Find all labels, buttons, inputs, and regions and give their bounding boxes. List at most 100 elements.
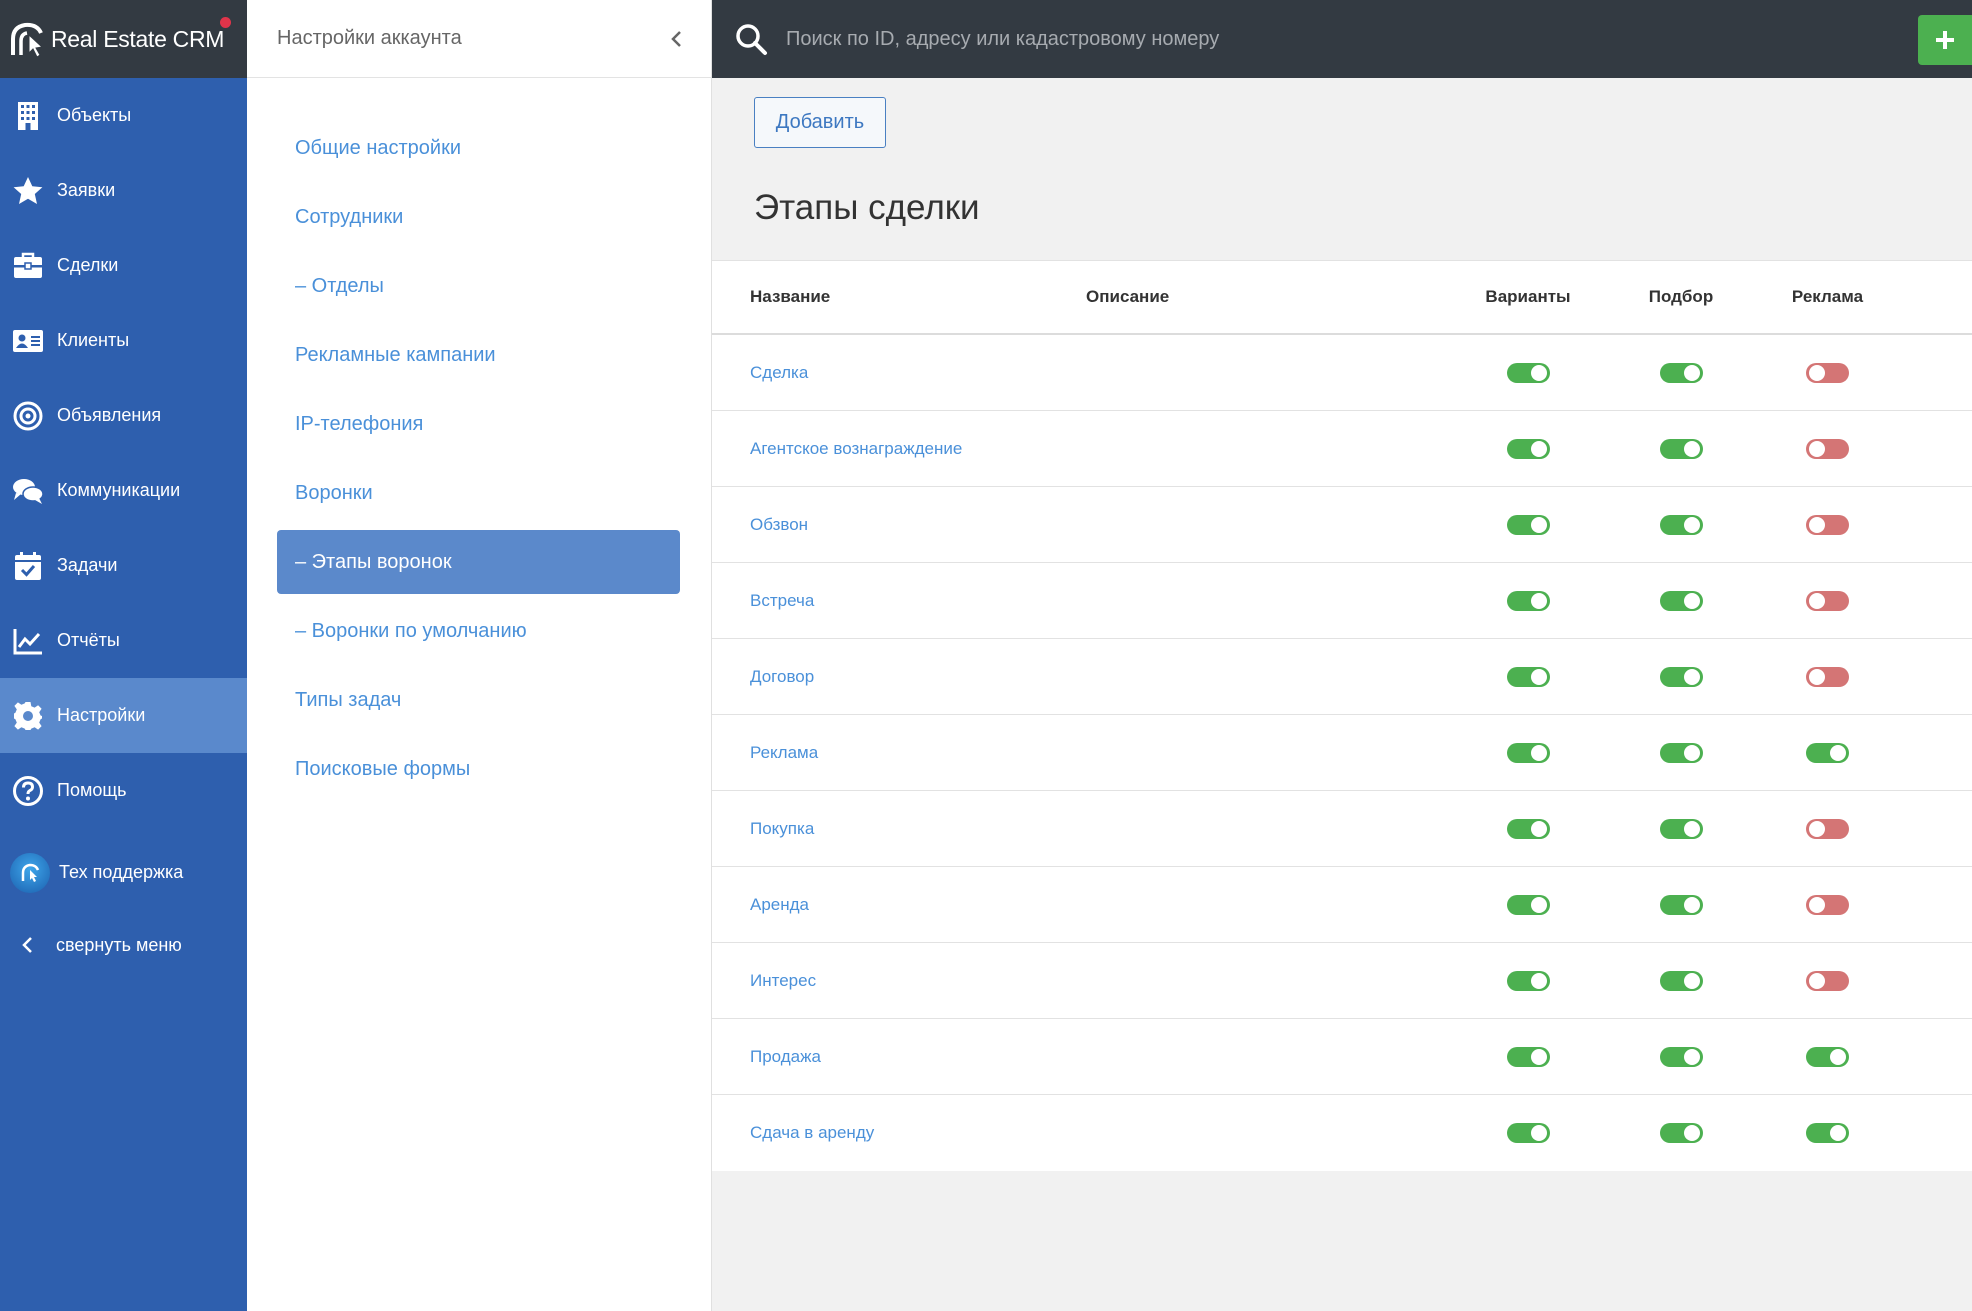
- col-header-name[interactable]: Название: [712, 287, 1086, 307]
- settings-menu-item[interactable]: Воронки: [277, 461, 680, 525]
- stage-name-link[interactable]: Продажа: [750, 1047, 821, 1066]
- table-row: Сделка: [712, 335, 1972, 411]
- main-sidebar: Real Estate CRM Объекты Заявки Сделки Клиен…: [0, 0, 247, 1311]
- settings-menu-item[interactable]: – Этапы воронок: [277, 530, 680, 594]
- cell-advertising: [1766, 1046, 1889, 1067]
- settings-menu-item[interactable]: – Отделы: [277, 254, 680, 318]
- table-row: Реклама: [712, 715, 1972, 791]
- advertising-toggle[interactable]: [1806, 438, 1849, 459]
- stage-name-link[interactable]: Обзвон: [750, 515, 808, 534]
- variants-toggle[interactable]: [1506, 742, 1550, 763]
- variants-toggle[interactable]: [1506, 818, 1550, 839]
- variants-toggle[interactable]: [1506, 590, 1550, 611]
- cell-variants: [1460, 970, 1596, 991]
- selection-toggle[interactable]: [1659, 514, 1703, 535]
- chevron-left-icon[interactable]: [665, 27, 689, 51]
- nav-item-gear[interactable]: Настройки: [0, 678, 247, 753]
- cell-name: Реклама: [712, 743, 1086, 763]
- nav-item-building[interactable]: Объекты: [0, 78, 247, 153]
- selection-toggle[interactable]: [1659, 590, 1703, 611]
- nav-item-chart-line[interactable]: Отчёты: [0, 603, 247, 678]
- variants-toggle[interactable]: [1506, 666, 1550, 687]
- support-link[interactable]: Тех поддержка: [0, 830, 247, 915]
- stage-name-link[interactable]: Аренда: [750, 895, 809, 914]
- settings-menu-item[interactable]: – Воронки по умолчанию: [277, 599, 680, 663]
- collapse-menu-button[interactable]: свернуть меню: [0, 915, 247, 975]
- cell-variants: [1460, 1046, 1596, 1067]
- variants-toggle[interactable]: [1506, 1123, 1550, 1143]
- variants-toggle[interactable]: [1506, 362, 1550, 383]
- settings-menu-item[interactable]: Рекламные кампании: [277, 323, 680, 387]
- col-header-selection[interactable]: Подбор: [1596, 287, 1766, 307]
- nav-item-star[interactable]: Заявки: [0, 153, 247, 228]
- variants-toggle[interactable]: [1506, 438, 1550, 459]
- settings-menu-item[interactable]: IP-телефония: [277, 392, 680, 456]
- stage-name-link[interactable]: Сдача в аренду: [750, 1123, 874, 1142]
- stage-name-link[interactable]: Агентское вознаграждение: [750, 439, 962, 458]
- advertising-toggle[interactable]: [1806, 970, 1849, 991]
- cell-selection: [1596, 1046, 1766, 1067]
- search-input[interactable]: [786, 27, 1686, 51]
- settings-menu-item[interactable]: Поисковые формы: [277, 737, 680, 801]
- col-header-variants[interactable]: Варианты: [1460, 287, 1596, 307]
- advertising-toggle[interactable]: [1806, 590, 1849, 611]
- variants-toggle[interactable]: [1506, 514, 1550, 535]
- nav-item-calendar-check[interactable]: Задачи: [0, 528, 247, 603]
- add-stage-button[interactable]: Добавить: [754, 97, 886, 148]
- stage-name-link[interactable]: Договор: [750, 667, 814, 686]
- selection-toggle[interactable]: [1659, 438, 1703, 459]
- advertising-toggle[interactable]: [1806, 894, 1849, 915]
- selection-toggle[interactable]: [1659, 894, 1703, 915]
- cell-name: Встреча: [712, 591, 1086, 611]
- stage-name-link[interactable]: Сделка: [750, 363, 808, 382]
- toggle-knob: [1683, 592, 1700, 609]
- support-avatar-icon: [10, 852, 50, 893]
- toggle-knob: [1683, 364, 1700, 381]
- stage-name-link[interactable]: Реклама: [750, 743, 818, 762]
- chat-icon: [11, 474, 45, 508]
- nav-item-help[interactable]: Помощь: [0, 753, 247, 828]
- toggle-knob: [1683, 744, 1700, 761]
- selection-toggle[interactable]: [1659, 666, 1703, 687]
- cell-name: Сдача в аренду: [712, 1123, 1086, 1143]
- settings-menu-item[interactable]: Общие настройки: [277, 116, 680, 180]
- chart-line-icon: [11, 624, 45, 658]
- variants-toggle[interactable]: [1506, 1046, 1550, 1067]
- advertising-toggle[interactable]: [1806, 514, 1849, 535]
- toggle-knob: [1809, 592, 1825, 609]
- stage-name-link[interactable]: Встреча: [750, 591, 814, 610]
- col-header-description[interactable]: Описание: [1086, 287, 1460, 307]
- selection-toggle[interactable]: [1659, 742, 1703, 763]
- selection-toggle[interactable]: [1659, 818, 1703, 839]
- col-header-advertising[interactable]: Реклама: [1766, 287, 1889, 307]
- advertising-toggle[interactable]: [1806, 818, 1849, 839]
- selection-toggle[interactable]: [1659, 1123, 1703, 1143]
- nav-item-contact-card[interactable]: Клиенты: [0, 303, 247, 378]
- brand-header[interactable]: Real Estate CRM: [0, 0, 247, 78]
- toggle-knob: [1809, 440, 1825, 457]
- stage-name-link[interactable]: Покупка: [750, 819, 814, 838]
- settings-menu-item[interactable]: Сотрудники: [277, 185, 680, 249]
- advertising-toggle[interactable]: [1806, 1046, 1849, 1067]
- settings-menu-item[interactable]: Типы задач: [277, 668, 680, 732]
- advertising-toggle[interactable]: [1806, 666, 1849, 687]
- table-row: Интерес: [712, 943, 1972, 1019]
- nav-item-chat[interactable]: Коммуникации: [0, 453, 247, 528]
- stage-name-link[interactable]: Интерес: [750, 971, 816, 990]
- advertising-toggle[interactable]: [1806, 742, 1849, 763]
- cell-selection: [1596, 590, 1766, 611]
- variants-toggle[interactable]: [1506, 970, 1550, 991]
- toggle-knob: [1683, 516, 1700, 533]
- selection-toggle[interactable]: [1659, 970, 1703, 991]
- search-icon[interactable]: [734, 22, 768, 56]
- nav-item-target[interactable]: Объявления: [0, 378, 247, 453]
- cell-advertising: [1766, 514, 1889, 535]
- nav-item-briefcase[interactable]: Сделки: [0, 228, 247, 303]
- variants-toggle[interactable]: [1506, 894, 1550, 915]
- page-title: Этапы сделки: [754, 188, 980, 227]
- selection-toggle[interactable]: [1659, 1046, 1703, 1067]
- advertising-toggle[interactable]: [1806, 362, 1849, 383]
- advertising-toggle[interactable]: [1806, 1123, 1849, 1143]
- selection-toggle[interactable]: [1659, 362, 1703, 383]
- quick-add-button[interactable]: [1918, 15, 1972, 65]
